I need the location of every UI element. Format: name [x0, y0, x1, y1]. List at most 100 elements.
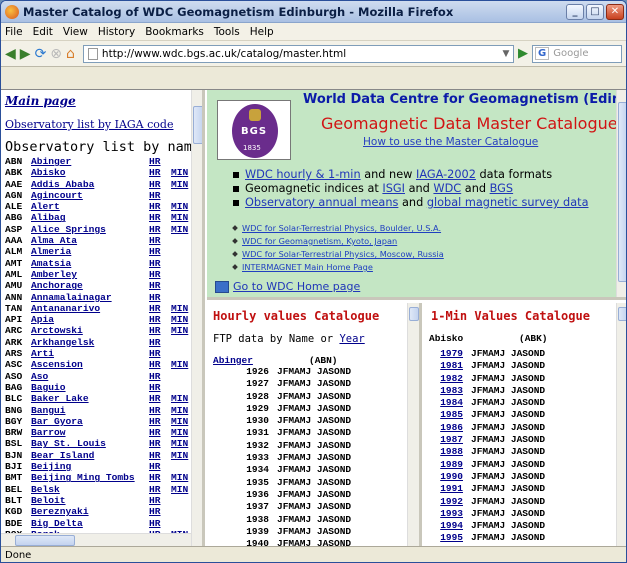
month-links[interactable]: JFMAMJ JASOND — [471, 397, 545, 409]
observatory-name-link[interactable]: Bay St. Louis — [31, 438, 149, 449]
month-links[interactable]: JFMAMJ JASOND — [277, 477, 351, 489]
hr-link[interactable]: HR — [149, 393, 171, 404]
observatory-name-link[interactable]: Barrow — [31, 427, 149, 438]
observatory-name-link[interactable]: Addis Ababa — [31, 179, 149, 190]
year-link[interactable]: 1995 — [425, 532, 471, 544]
hr-link[interactable]: HR — [149, 484, 171, 495]
month-links[interactable]: JFMAMJ JASOND — [471, 532, 545, 544]
hr-link[interactable]: HR — [149, 450, 171, 461]
hr-link[interactable]: HR — [149, 224, 171, 235]
observatory-name-link[interactable]: Alibag — [31, 212, 149, 223]
hr-link[interactable]: HR — [149, 303, 171, 314]
month-links[interactable]: JFMAMJ JASOND — [277, 391, 351, 403]
observatory-name-link[interactable]: Baker Lake — [31, 393, 149, 404]
station-link[interactable]: Abinger — [213, 355, 309, 366]
month-links[interactable]: JFMAMJ JASOND — [277, 501, 351, 513]
year-link[interactable]: 1993 — [425, 508, 471, 520]
stop-icon[interactable]: ⊗ — [50, 46, 62, 62]
observatory-name-link[interactable]: Bereznyaki — [31, 506, 149, 517]
menu-bookmarks[interactable]: Bookmarks — [145, 26, 204, 38]
year-link[interactable]: 1991 — [425, 483, 471, 495]
observatory-name-link[interactable]: Annamalainagar — [31, 292, 149, 303]
year-link[interactable]: 1982 — [425, 373, 471, 385]
month-links[interactable]: JFMAMJ JASOND — [277, 378, 351, 390]
observatory-name-link[interactable]: Apia — [31, 314, 149, 325]
month-links[interactable]: JFMAMJ JASOND — [277, 366, 351, 378]
observatory-name-link[interactable]: Aso — [31, 371, 149, 382]
hr-link[interactable]: HR — [149, 405, 171, 416]
scrollbar-thumb[interactable] — [193, 106, 202, 144]
month-links[interactable]: JFMAMJ JASOND — [471, 373, 545, 385]
isgi-link[interactable]: ISGI — [382, 182, 405, 195]
link-boulder[interactable]: WDC for Solar-Terrestrial Physics, Bould… — [232, 223, 444, 233]
year-link[interactable]: 1990 — [425, 471, 471, 483]
ftp-year-link[interactable]: Year — [339, 333, 364, 345]
month-links[interactable]: JFMAMJ JASOND — [471, 434, 545, 446]
hourly-scrollbar[interactable] — [407, 303, 419, 547]
scrollbar-thumb[interactable] — [618, 307, 626, 321]
year-link[interactable]: 1979 — [425, 348, 471, 360]
year-link[interactable]: 1983 — [425, 385, 471, 397]
observatory-name-link[interactable]: Belsk — [31, 484, 149, 495]
hr-link[interactable]: HR — [149, 337, 171, 348]
observatory-name-link[interactable]: Antananarivo — [31, 303, 149, 314]
menu-help[interactable]: Help — [250, 26, 274, 38]
hr-link[interactable]: HR — [149, 246, 171, 257]
hr-link[interactable]: HR — [149, 235, 171, 246]
year-link[interactable]: 1989 — [425, 459, 471, 471]
wdc-link[interactable]: WDC — [433, 182, 461, 195]
observatory-name-link[interactable]: Almeria — [31, 246, 149, 257]
month-links[interactable]: JFMAMJ JASOND — [471, 483, 545, 495]
hr-link[interactable]: HR — [149, 167, 171, 178]
month-links[interactable]: JFMAMJ JASOND — [277, 427, 351, 439]
observatory-name-link[interactable]: Baguio — [31, 382, 149, 393]
observatory-name-link[interactable]: Beijing Ming Tombs — [31, 472, 149, 483]
menu-view[interactable]: View — [63, 26, 88, 38]
reload-icon[interactable]: ⟳ — [35, 46, 47, 62]
hr-link[interactable]: HR — [149, 495, 171, 506]
left-horizontal-scrollbar[interactable] — [1, 533, 191, 547]
observatory-name-link[interactable]: Abisko — [31, 167, 149, 178]
annual-means-link[interactable]: Observatory annual means — [245, 196, 398, 209]
hr-link[interactable]: HR — [149, 506, 171, 517]
observatory-name-link[interactable]: Amberley — [31, 269, 149, 280]
year-link[interactable]: 1981 — [425, 360, 471, 372]
month-links[interactable]: JFMAMJ JASOND — [471, 409, 545, 421]
observatory-name-link[interactable]: Bear Island — [31, 450, 149, 461]
hr-link[interactable]: HR — [149, 292, 171, 303]
year-link[interactable]: 1988 — [425, 446, 471, 458]
month-links[interactable]: JFMAMJ JASOND — [277, 403, 351, 415]
forward-arrow-icon[interactable]: ▶ — [20, 46, 31, 62]
hourly-1min-link[interactable]: WDC hourly & 1-min — [245, 168, 361, 181]
go-arrow-icon[interactable]: ▶ — [518, 46, 528, 61]
month-links[interactable]: JFMAMJ JASOND — [471, 496, 545, 508]
observatory-name-link[interactable]: Bar Gyora — [31, 416, 149, 427]
menu-file[interactable]: File — [5, 26, 23, 38]
hr-link[interactable]: HR — [149, 269, 171, 280]
month-links[interactable]: JFMAMJ JASOND — [471, 348, 545, 360]
back-arrow-icon[interactable]: ◀ — [5, 46, 16, 62]
observatory-name-link[interactable]: Amatsia — [31, 258, 149, 269]
bgs-link[interactable]: BGS — [490, 182, 513, 195]
year-link[interactable]: 1994 — [425, 520, 471, 532]
month-links[interactable]: JFMAMJ JASOND — [471, 446, 545, 458]
month-links[interactable]: JFMAMJ JASOND — [277, 415, 351, 427]
main-page-link[interactable]: Main page — [5, 94, 198, 108]
observatory-name-link[interactable]: Alert — [31, 201, 149, 212]
month-links[interactable]: JFMAMJ JASOND — [471, 422, 545, 434]
scrollbar-thumb[interactable] — [15, 535, 75, 546]
hr-link[interactable]: HR — [149, 190, 171, 201]
minimize-button[interactable]: _ — [566, 3, 584, 20]
observatory-name-link[interactable]: Arkhangelsk — [31, 337, 149, 348]
month-links[interactable]: JFMAMJ JASOND — [471, 508, 545, 520]
observatory-name-link[interactable]: Alma Ata — [31, 235, 149, 246]
survey-data-link[interactable]: global magnetic survey data — [427, 196, 589, 209]
month-links[interactable]: JFMAMJ JASOND — [471, 385, 545, 397]
month-links[interactable]: JFMAMJ JASOND — [471, 360, 545, 372]
hr-link[interactable]: HR — [149, 325, 171, 336]
observatory-name-link[interactable]: Beloit — [31, 495, 149, 506]
hr-link[interactable]: HR — [149, 438, 171, 449]
month-links[interactable]: JFMAMJ JASOND — [277, 489, 351, 501]
observatory-name-link[interactable]: Arctowski — [31, 325, 149, 336]
month-links[interactable]: JFMAMJ JASOND — [471, 471, 545, 483]
